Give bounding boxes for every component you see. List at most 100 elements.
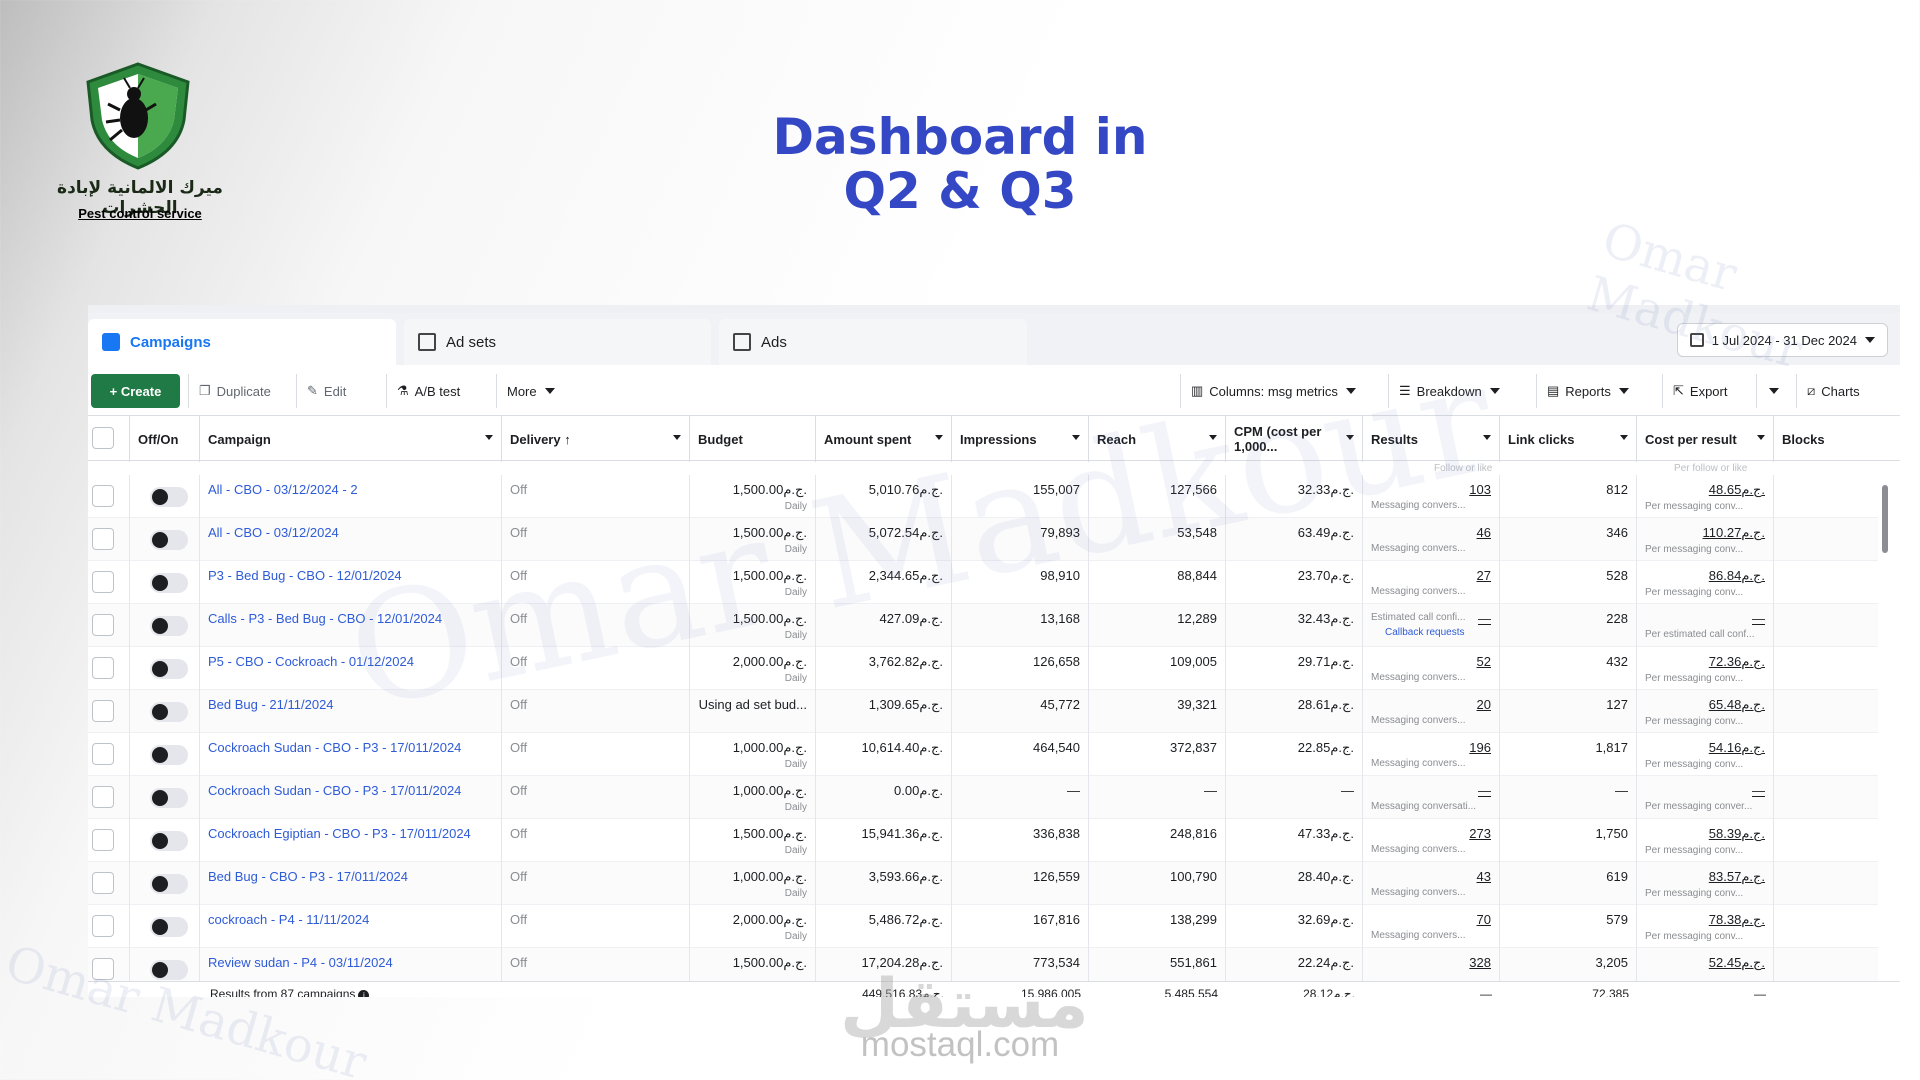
table-row[interactable]: Cockroach Egiptian - CBO - P3 - 17/011/2… [88,819,1878,862]
col-results[interactable]: Results [1363,416,1500,462]
table-row[interactable]: P5 - CBO - Cockroach - 01/12/2024 Off 2,00… [88,647,1878,690]
row-checkbox[interactable] [92,657,114,679]
delivery-cell: Off [502,604,690,647]
table-row[interactable]: Bed Bug - 21/11/2024 Off Using ad set bud.… [88,690,1878,733]
col-amount-spent[interactable]: Amount spent [816,416,952,462]
campaign-cell: P5 - CBO - Cockroach - 01/12/2024 [200,647,502,690]
more-button[interactable]: More [496,374,565,408]
row-checkbox[interactable] [92,485,114,507]
breakdown-button[interactable]: ☰ Breakdown [1388,374,1510,408]
reports-button[interactable]: ▤ Reports [1536,374,1639,408]
breakdown-label: Breakdown [1416,383,1482,399]
campaign-name-link[interactable]: All - CBO - 03/12/2024 - 2 [200,475,501,497]
campaign-toggle[interactable] [150,788,188,808]
col-offon[interactable]: Off/On [130,416,200,462]
date-range-picker[interactable]: 1 Jul 2024 - 31 Dec 2024 [1676,323,1888,357]
campaign-toggle[interactable] [150,960,188,980]
campaign-name-link[interactable]: Bed Bug - CBO - P3 - 17/011/2024 [200,862,501,884]
budget-value: 1,000.00ج.م. [732,740,807,755]
campaign-toggle[interactable] [150,616,188,636]
impressions-cell: 13,168 [952,604,1089,647]
blocks-cell [1774,475,1894,518]
campaign-name-link[interactable]: All - CBO - 03/12/2024 [200,518,501,540]
campaign-toggle[interactable] [150,530,188,550]
row-checkbox[interactable] [92,829,114,851]
campaign-name-link[interactable]: Cockroach Egiptian - CBO - P3 - 17/011/2… [200,819,501,841]
campaign-name-link[interactable]: cockroach - P4 - 11/11/2024 [200,905,501,927]
table-row[interactable]: Bed Bug - CBO - P3 - 17/011/2024 Off 1,000… [88,862,1878,905]
tab-ad-sets[interactable]: Ad sets [404,319,711,365]
col-budget[interactable]: Budget [690,416,816,462]
campaign-name-link[interactable]: Cockroach Sudan - CBO - P3 - 17/011/2024 [200,733,501,755]
table-row[interactable]: cockroach - P4 - 11/11/2024 Off 2,000.00ج.… [88,905,1878,948]
table-row[interactable]: All - CBO - 03/12/2024 - 2 Off 1,500.00ج.م… [88,475,1878,518]
delivery-status: Off [510,611,528,626]
select-all-checkbox[interactable] [92,427,114,449]
blocks-cell [1774,690,1894,733]
results-type: Messaging convers... [1371,586,1466,597]
campaign-name-link[interactable]: P3 - Bed Bug - CBO - 12/01/2024 [200,561,501,583]
export-button[interactable]: ⇱ Export [1662,374,1737,408]
campaign-toggle[interactable] [150,487,188,507]
duplicate-label: Duplicate [216,383,271,399]
campaign-toggle[interactable] [150,745,188,765]
create-button[interactable]: + Create [91,374,180,408]
spent-cell: 0.00ج.م. [816,776,952,819]
charts-button[interactable]: ⧄ Charts [1796,374,1870,408]
columns-button[interactable]: ▥ Columns: msg metrics [1180,374,1366,408]
row-checkbox[interactable] [92,872,114,894]
row-select-cell [88,690,130,733]
table-row[interactable]: Cockroach Sudan - CBO - P3 - 17/011/2024… [88,776,1878,819]
impressions-cell: 464,540 [952,733,1089,776]
campaign-name-link[interactable]: Bed Bug - 21/11/2024 [200,690,501,712]
campaign-toggle[interactable] [150,702,188,722]
row-checkbox[interactable] [92,958,114,980]
row-checkbox[interactable] [92,786,114,808]
clicks-value: 812 [1606,482,1628,497]
ab-test-button[interactable]: ⚗ A/B test [386,374,470,408]
impressions-value: — [1067,783,1080,798]
cpr-type: Per estimated call conf... [1645,629,1755,640]
col-impressions[interactable]: Impressions [952,416,1089,462]
campaign-name-link[interactable]: Calls - P3 - Bed Bug - CBO - 12/01/2024 [200,604,501,626]
spent-cell: 5,486.72ج.م. [816,905,952,948]
col-cpm[interactable]: CPM (cost per 1,000... [1226,416,1363,462]
callback-requests-link[interactable]: Callback requests [1363,627,1499,638]
row-checkbox[interactable] [92,915,114,937]
tab-ads[interactable]: Ads [719,319,1027,365]
row-checkbox[interactable] [92,614,114,636]
duplicate-button[interactable]: ❐ Duplicate [188,374,281,408]
campaign-toggle[interactable] [150,659,188,679]
row-checkbox[interactable] [92,571,114,593]
row-checkbox[interactable] [92,700,114,722]
info-icon[interactable]: i [358,990,370,997]
tab-campaigns[interactable]: Campaigns [88,319,396,365]
table-row[interactable]: Cockroach Sudan - CBO - P3 - 17/011/2024… [88,733,1878,776]
col-campaign[interactable]: Campaign [200,416,502,462]
col-cost-per-result[interactable]: Cost per result [1637,416,1774,462]
export-options-button[interactable] [1756,374,1790,408]
cpr-cell: 54.16ج.م. Per messaging conv... [1637,733,1774,776]
table-row[interactable]: P3 - Bed Bug - CBO - 12/01/2024 Off 1,500.… [88,561,1878,604]
col-blocks[interactable]: Blocks [1774,416,1894,462]
table-row[interactable]: All - CBO - 03/12/2024 Off 1,500.00ج.م. Dai… [88,518,1878,561]
campaign-name-link[interactable]: Cockroach Sudan - CBO - P3 - 17/011/2024 [200,776,501,798]
cpm-cell: 32.69ج.م. [1226,905,1363,948]
row-checkbox[interactable] [92,528,114,550]
campaign-toggle[interactable] [150,917,188,937]
row-checkbox[interactable] [92,743,114,765]
campaign-toggle[interactable] [150,874,188,894]
campaign-toggle[interactable] [150,573,188,593]
impressions-cell: — [952,776,1089,819]
campaign-name-link[interactable]: P5 - CBO - Cockroach - 01/12/2024 [200,647,501,669]
campaign-name-link[interactable]: Review sudan - P4 - 03/11/2024 [200,948,501,970]
col-link-clicks[interactable]: Link clicks [1500,416,1637,462]
campaign-toggle[interactable] [150,831,188,851]
reach-cell: 88,844 [1089,561,1226,604]
col-reach[interactable]: Reach [1089,416,1226,462]
table-row[interactable]: Calls - P3 - Bed Bug - CBO - 12/01/2024 O… [88,604,1878,647]
vertical-scrollbar[interactable] [1882,485,1888,553]
col-delivery[interactable]: Delivery ↑ [502,416,690,462]
results-type: Messaging convers... [1371,500,1466,511]
edit-button[interactable]: ✎ Edit [296,374,356,408]
